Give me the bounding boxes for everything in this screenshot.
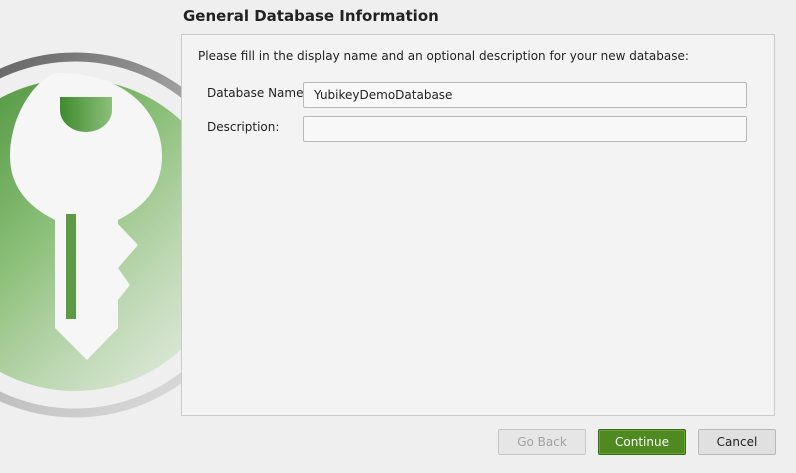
go-back-button[interactable]: Go Back [498, 429, 586, 455]
form-panel: Please fill in the display name and an o… [181, 34, 775, 416]
database-name-input[interactable] [303, 82, 747, 108]
cancel-button[interactable]: Cancel [698, 429, 776, 455]
form-instructions: Please fill in the display name and an o… [198, 49, 689, 63]
continue-button[interactable]: Continue [598, 429, 686, 455]
description-input[interactable] [303, 116, 747, 142]
description-label: Description: [207, 120, 280, 134]
page-title: General Database Information [183, 7, 439, 25]
database-name-label: Database Name: [207, 86, 308, 100]
